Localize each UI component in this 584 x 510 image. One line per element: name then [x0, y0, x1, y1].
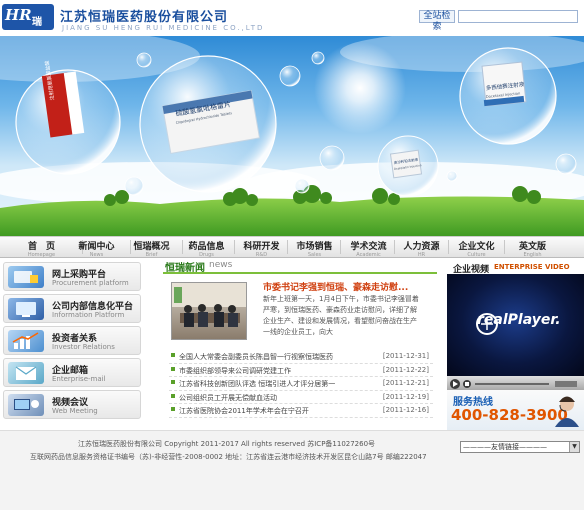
news-list-item[interactable]: 江苏省医院协会2011年学术年会在宁召开 [2011-12-16] — [169, 404, 433, 418]
news-item-title: 公司组织员工开展无偿献血活动 — [179, 393, 277, 402]
video-panel: 企业视频 ENTERPRISE VIDEO realPlayer. 服务热线 4… — [447, 260, 584, 430]
news-title: 恒瑞新闻 — [165, 263, 205, 274]
investor-icon — [8, 330, 44, 352]
company-logo[interactable]: HR 瑞 — [2, 4, 54, 30]
news-panel: 恒瑞新闻 news 市委书记李强到恒瑞、豪森走访慰... 新年上班第一天，1月4… — [163, 258, 437, 428]
news-photo[interactable] — [171, 282, 247, 340]
news-item-date: [2011-12-16] — [382, 406, 429, 414]
small-bubble — [555, 153, 577, 175]
news-item-date: [2011-12-22] — [382, 365, 429, 374]
information-icon — [8, 298, 44, 320]
company-name-english: JIANG SU HENG RUI MEDICINE CO.,LTD — [62, 24, 265, 32]
footer-copyright: 江苏恒瑞医药股份有限公司 Copyright 2011-2017 All rig… — [78, 440, 376, 448]
seek-bar[interactable] — [475, 383, 549, 385]
chevron-down-icon: ▼ — [569, 442, 579, 452]
bullet-icon — [171, 393, 175, 398]
small-bubble — [124, 176, 144, 196]
nav-item-english[interactable]: 英文版 English — [496, 237, 569, 258]
news-item-title: 江苏省医院协会2011年学术年会在宁召开 — [179, 407, 309, 415]
main-navigation: 首 页 Homepage 新闻中心 News 恒瑞概况 Brief 药品信息 Drugs… — [0, 236, 584, 258]
news-list-item[interactable]: 江苏省科技创新团队评选 恒瑞引进人才评分居第一 [2011-12-21] — [169, 377, 433, 391]
news-list-item[interactable]: 全国人大常委会副委员长陈昌智一行视察恒瑞医药 [2011-12-31] — [169, 350, 433, 364]
small-bubble — [279, 65, 301, 87]
hotline-number: 400-828-3900 — [451, 406, 568, 424]
header: HR 瑞 江苏恒瑞医药股份有限公司 JIANG SU HENG RUI MEDI… — [0, 0, 584, 36]
bullet-icon — [171, 380, 175, 384]
service-hotline: 服务热线 400-828-3900 — [447, 390, 584, 430]
small-bubble — [311, 51, 325, 65]
sun-glow — [314, 42, 406, 134]
news-list-item[interactable]: 公司组织员工开展无偿献血活动 [2011-12-19] — [169, 391, 433, 404]
bullet-icon — [171, 353, 175, 357]
sidebar-item-subtitle: Enterprise-mail — [52, 375, 106, 383]
sidebar-item-information[interactable]: 公司内部信息化平台 Information Platform — [3, 294, 141, 323]
news-header: 恒瑞新闻 news — [163, 258, 437, 274]
video-header: 企业视频 ENTERPRISE VIDEO — [447, 260, 584, 275]
footer: 江苏恒瑞医药股份有限公司 Copyright 2011-2017 All rig… — [0, 430, 584, 510]
small-bubble — [294, 178, 310, 194]
site-search-input[interactable] — [458, 10, 578, 23]
friend-links-select[interactable]: ————友情链接———— ▼ — [460, 441, 580, 453]
sidebar-item-subtitle: Investor Relations — [52, 343, 115, 351]
sidebar-item-subtitle: Procurement platform — [52, 279, 129, 287]
video-player[interactable]: realPlayer. — [447, 274, 584, 376]
sidebar-item-subtitle: Information Platform — [52, 311, 125, 319]
small-bubble — [136, 52, 152, 68]
sidebar-item-mail[interactable]: 企业邮箱 Enterprise-mail — [3, 358, 141, 387]
customer-service-icon — [555, 396, 579, 427]
nav-item-label: 英文版 — [518, 242, 546, 252]
news-list-item[interactable]: 市委组织部领导来公司调研党建工作 [2011-12-22] — [169, 364, 433, 377]
friend-links-value: ————友情链接———— — [463, 443, 547, 451]
video-title-english: ENTERPRISE VIDEO — [494, 263, 570, 271]
news-item-date: [2011-12-21] — [382, 379, 429, 387]
volume-slider[interactable] — [555, 381, 577, 387]
meeting-icon — [8, 394, 44, 416]
news-item-title: 市委组织部领导来公司调研党建工作 — [179, 366, 291, 375]
quick-links-sidebar: 网上采购平台 Procurement platform 公司内部信息化平台 In… — [3, 262, 141, 422]
small-bubble — [319, 145, 345, 171]
player-controls — [447, 376, 584, 390]
player-brand-text: realPlayer. — [477, 312, 561, 328]
bullet-icon — [171, 366, 175, 371]
stop-button[interactable] — [463, 380, 471, 388]
news-item-date: [2011-12-19] — [382, 392, 429, 401]
logo-mark: HR — [5, 6, 32, 24]
footer-address: 互联网药品信息服务资格证书编号（苏)-非经营性-2008-0002 地址：江苏省… — [30, 453, 427, 461]
grass-field — [0, 196, 584, 236]
news-headline-link[interactable]: 市委书记李强到恒瑞、豪森走访慰... — [263, 280, 408, 293]
news-list: 全国人大常委会副委员长陈昌智一行视察恒瑞医药 [2011-12-31] 市委组织部… — [169, 350, 433, 418]
hero-banner: 注射用氨氯胺盐酸 硫酸氢氯吡格雷片 Clopidogrel Hydrochlor… — [0, 36, 584, 236]
banner-illustration: 注射用氨氯胺盐酸 硫酸氢氯吡格雷片 Clopidogrel Hydrochlor… — [0, 36, 584, 236]
sidebar-item-investor[interactable]: 投资者关系 Investor Relations — [3, 326, 141, 355]
news-item-date: [2011-12-31] — [382, 352, 429, 360]
news-summary: 新年上班第一天，1月4日下午，市委书记李强冒着严寒，到恒瑞医药、豪森药业走访慰问… — [263, 295, 419, 336]
company-name: 江苏恒瑞医药股份有限公司 — [60, 10, 229, 25]
logo-text: 瑞 — [32, 17, 42, 28]
sidebar-item-subtitle: Web Meeting — [52, 407, 98, 415]
sidebar-item-meeting[interactable]: 视频会议 Web Meeting — [3, 390, 141, 419]
news-item-title: 江苏省科技创新团队评选 恒瑞引进人才评分居第一 — [179, 380, 336, 388]
play-button[interactable] — [450, 379, 460, 389]
sidebar-item-procurement[interactable]: 网上采购平台 Procurement platform — [3, 262, 141, 291]
news-title-english: news — [209, 260, 233, 270]
bullet-icon — [171, 407, 175, 411]
site-search-button[interactable]: 全站检索 — [419, 10, 455, 32]
small-bubble — [446, 170, 458, 182]
nav-item-sublabel: English — [523, 252, 542, 258]
mail-icon — [8, 362, 44, 384]
procurement-icon — [8, 266, 44, 288]
news-item-title: 全国人大常委会副委员长陈昌智一行视察恒瑞医药 — [179, 353, 333, 361]
